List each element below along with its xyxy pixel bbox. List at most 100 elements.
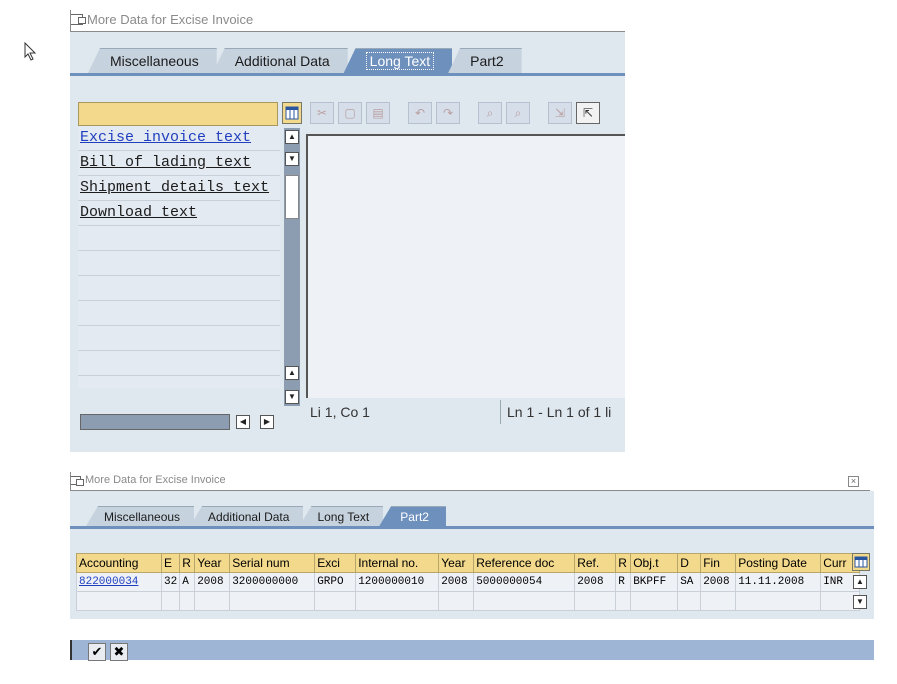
column-header[interactable]: Year [194, 553, 231, 573]
list-item[interactable]: Download text [78, 201, 280, 226]
tab-miscellaneous[interactable]: Miscellaneous [88, 48, 217, 73]
tab-underline [70, 526, 874, 529]
paste-icon[interactable]: ▤ [366, 102, 390, 124]
scroll-down-icon[interactable]: ▼ [285, 152, 299, 166]
dialog1-title-text: More Data for Excise Invoice [87, 12, 254, 27]
column-config-icon[interactable] [282, 102, 302, 124]
list-item [78, 301, 280, 326]
text-link-excise-invoice[interactable]: Excise invoice text [80, 129, 251, 146]
text-link-bill-of-lading[interactable]: Bill of lading text [80, 154, 251, 171]
column-header[interactable]: R [615, 553, 632, 573]
groupbox-icon [70, 14, 86, 25]
table-cell [179, 591, 196, 611]
list-item [78, 276, 280, 301]
table-cell[interactable]: 822000034 [76, 572, 162, 592]
table-cell [160, 591, 181, 611]
editor-toolbar: ✂ ▢ ▤ ↶ ↷ ⌕ ⌕ ⇲ ⇱ [310, 102, 600, 124]
tab-miscellaneous[interactable]: Miscellaneous [86, 506, 195, 526]
tab-additional-data[interactable]: Additional Data [212, 48, 348, 73]
tab-underline [70, 73, 625, 76]
table-cell: R [615, 572, 632, 592]
column-header[interactable]: E [160, 553, 181, 573]
redo-icon[interactable]: ↷ [436, 102, 460, 124]
list-item[interactable]: Bill of lading text [78, 151, 280, 176]
scroll-up-icon[interactable]: ▲ [285, 366, 299, 380]
scroll-thumb[interactable] [285, 175, 299, 219]
table-cell: 11.11.2008 [735, 572, 822, 592]
scroll-right-icon[interactable]: ▶ [260, 415, 274, 429]
dialog2-title-text: More Data for Excise Invoice [85, 474, 226, 486]
accounting-doc-link[interactable]: 822000034 [79, 576, 138, 588]
dialog-button-bar [70, 640, 874, 660]
dialog1-title: More Data for Excise Invoice [70, 12, 253, 27]
column-header[interactable]: Year [438, 553, 475, 573]
column-header[interactable]: Exci [314, 553, 357, 573]
list-item [78, 251, 280, 276]
table-cell [194, 591, 231, 611]
tab-part2[interactable]: Part2 [448, 48, 522, 73]
scroll-up-icon[interactable]: ▲ [853, 575, 867, 589]
table-cell: 3200000000 [229, 572, 316, 592]
import-icon[interactable]: ⇲ [548, 102, 572, 124]
table-cell [677, 591, 702, 611]
table-cell [473, 591, 576, 611]
tab-additional-data[interactable]: Additional Data [190, 506, 304, 526]
tab-long-text[interactable]: Long Text [299, 506, 384, 526]
text-link-shipment-details[interactable]: Shipment details text [80, 179, 269, 196]
cut-icon[interactable]: ✂ [310, 102, 334, 124]
tab-part2[interactable]: Part2 [379, 506, 446, 526]
table-cell: 2008 [574, 572, 617, 592]
close-icon[interactable]: × [848, 476, 859, 487]
column-config-icon[interactable] [852, 553, 870, 571]
copy-icon[interactable]: ▢ [338, 102, 362, 124]
column-header[interactable]: D [677, 553, 702, 573]
column-header[interactable]: Serial num [229, 553, 316, 573]
divider [70, 472, 71, 490]
column-header[interactable]: Internal no. [355, 553, 440, 573]
tab-long-text[interactable]: Long Text [343, 48, 453, 73]
export-icon[interactable]: ⇱ [576, 102, 600, 124]
column-header[interactable]: Reference doc [473, 553, 576, 573]
column-header[interactable]: Fin [700, 553, 737, 573]
column-header[interactable]: R [179, 553, 196, 573]
groupbox-icon [70, 475, 84, 486]
list-scrollbar[interactable] [284, 128, 300, 406]
list-item[interactable]: Shipment details text [78, 176, 280, 201]
table-cell: BKPFF [630, 572, 679, 592]
find-next-icon[interactable]: ⌕ [506, 102, 530, 124]
table-row [76, 591, 861, 611]
table-cell: 2008 [700, 572, 737, 592]
scroll-down-icon[interactable]: ▼ [853, 595, 867, 609]
cursor-position: Li 1, Co 1 [310, 404, 370, 420]
cancel-icon[interactable]: ✖ [110, 643, 128, 661]
find-icon[interactable]: ⌕ [478, 102, 502, 124]
list-item [78, 351, 280, 376]
long-text-editor[interactable] [306, 134, 625, 398]
table-cell [76, 591, 162, 611]
column-header[interactable]: Posting Date [735, 553, 822, 573]
text-list-header [78, 102, 278, 126]
data-table: Accounting E R Year Serial num Exci Internal n… [76, 553, 861, 611]
table-cell [735, 591, 822, 611]
table-row[interactable]: 822000034 32 A 2008 3200000000 GRPO 1200000010… [76, 572, 861, 592]
scroll-up-icon[interactable]: ▲ [285, 130, 299, 144]
list-horizontal-scrollbar[interactable] [80, 414, 230, 430]
divider [500, 400, 501, 424]
confirm-icon[interactable]: ✔ [88, 643, 106, 661]
cursor-icon [24, 42, 37, 61]
table-cell [355, 591, 440, 611]
dialog1-tabstrip: Miscellaneous Additional Data Long Text … [88, 48, 522, 73]
table-header-row: Accounting E R Year Serial num Exci Internal n… [76, 553, 861, 573]
table-cell [229, 591, 316, 611]
list-item [78, 326, 280, 351]
column-header[interactable]: Obj.t [630, 553, 679, 573]
scroll-left-icon[interactable]: ◀ [236, 415, 250, 429]
table-cell: GRPO [314, 572, 357, 592]
divider [70, 640, 72, 660]
column-header[interactable]: Accounting [76, 553, 162, 573]
undo-icon[interactable]: ↶ [408, 102, 432, 124]
list-item[interactable]: Excise invoice text [78, 126, 280, 151]
text-link-download[interactable]: Download text [80, 204, 197, 221]
column-header[interactable]: Ref. [574, 553, 617, 573]
scroll-down-icon[interactable]: ▼ [285, 390, 299, 404]
